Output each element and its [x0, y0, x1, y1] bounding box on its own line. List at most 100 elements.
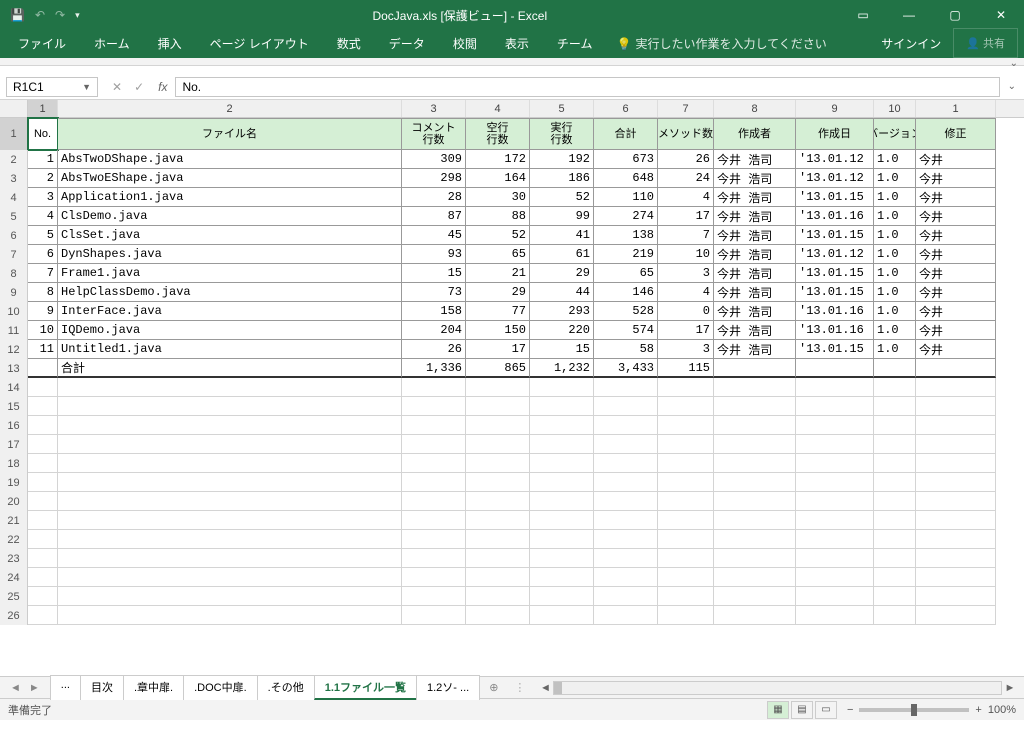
cell[interactable]	[874, 492, 916, 511]
cell[interactable]	[796, 378, 874, 397]
cell[interactable]	[916, 530, 996, 549]
ribbon-options-icon[interactable]: ▭	[840, 0, 886, 30]
cell[interactable]	[58, 568, 402, 587]
cell[interactable]	[796, 473, 874, 492]
cell[interactable]	[530, 454, 594, 473]
cell[interactable]	[874, 397, 916, 416]
cell[interactable]	[796, 511, 874, 530]
cell[interactable]: 26	[402, 340, 466, 359]
cell[interactable]: 192	[530, 150, 594, 169]
row-header[interactable]: 26	[0, 606, 28, 625]
cell[interactable]	[714, 606, 796, 625]
horizontal-scrollbar[interactable]: ◄ ►	[531, 681, 1024, 695]
cell[interactable]: 61	[530, 245, 594, 264]
row-header[interactable]: 14	[0, 378, 28, 397]
cell[interactable]: 1.0	[874, 169, 916, 188]
row-header[interactable]: 11	[0, 321, 28, 340]
cell[interactable]: 今井	[916, 264, 996, 283]
cell[interactable]: 110	[594, 188, 658, 207]
cell[interactable]: 186	[530, 169, 594, 188]
cell[interactable]: 今井	[916, 169, 996, 188]
cell[interactable]	[58, 454, 402, 473]
cell[interactable]: '13.01.15	[796, 283, 874, 302]
cell[interactable]	[594, 416, 658, 435]
cell[interactable]	[874, 473, 916, 492]
cell[interactable]: 65	[594, 264, 658, 283]
row-header[interactable]: 9	[0, 283, 28, 302]
cell[interactable]: 77	[466, 302, 530, 321]
cell-filename[interactable]: AbsTwoDShape.java	[58, 150, 402, 169]
col-header[interactable]: 2	[58, 100, 402, 117]
tab-review[interactable]: 校閲	[439, 29, 491, 58]
column-header-cell[interactable]: ファイル名	[58, 118, 402, 150]
cell[interactable]	[714, 530, 796, 549]
cell[interactable]	[916, 492, 996, 511]
cell[interactable]: 88	[466, 207, 530, 226]
cell[interactable]: 73	[402, 283, 466, 302]
cell[interactable]: 15	[402, 264, 466, 283]
cell[interactable]	[594, 587, 658, 606]
cell[interactable]	[594, 606, 658, 625]
tab-data[interactable]: データ	[375, 29, 439, 58]
cell[interactable]	[58, 549, 402, 568]
cell[interactable]: 574	[594, 321, 658, 340]
cell-filename[interactable]: DynShapes.java	[58, 245, 402, 264]
cell[interactable]	[28, 587, 58, 606]
cell[interactable]	[874, 435, 916, 454]
cell[interactable]: '13.01.15	[796, 340, 874, 359]
cell[interactable]	[58, 416, 402, 435]
pagebreak-view-button[interactable]: ▭	[815, 701, 837, 719]
cell[interactable]: 今井 浩司	[714, 245, 796, 264]
sheet-tab[interactable]: .その他	[257, 675, 315, 700]
cell[interactable]	[874, 454, 916, 473]
undo-icon[interactable]: ↶	[35, 8, 45, 22]
cell[interactable]: 673	[594, 150, 658, 169]
cell[interactable]: '13.01.15	[796, 264, 874, 283]
cell[interactable]: 1.0	[874, 302, 916, 321]
cell[interactable]	[916, 454, 996, 473]
cell[interactable]	[714, 568, 796, 587]
cell[interactable]	[402, 606, 466, 625]
cell[interactable]: 1.0	[874, 188, 916, 207]
add-sheet-button[interactable]: ⊕	[479, 681, 508, 694]
cell[interactable]	[714, 454, 796, 473]
column-header-cell[interactable]: 修正	[916, 118, 996, 150]
cell[interactable]	[594, 568, 658, 587]
cell[interactable]: 274	[594, 207, 658, 226]
row-header[interactable]: 25	[0, 587, 28, 606]
minimize-icon[interactable]: —	[886, 0, 932, 30]
cell[interactable]: 648	[594, 169, 658, 188]
cell[interactable]: 17	[658, 321, 714, 340]
share-button[interactable]: 👤 共有	[953, 28, 1018, 58]
cell[interactable]	[796, 587, 874, 606]
sheet-nav-prev-icon[interactable]: ◄	[10, 682, 21, 694]
cell[interactable]	[658, 587, 714, 606]
cell[interactable]: 1.0	[874, 264, 916, 283]
row-header[interactable]: 24	[0, 568, 28, 587]
cell[interactable]: 528	[594, 302, 658, 321]
cell[interactable]	[714, 378, 796, 397]
column-header-cell[interactable]: バージョン	[874, 118, 916, 150]
cell[interactable]	[874, 359, 916, 378]
cell[interactable]: 24	[658, 169, 714, 188]
namebox-dropdown-icon[interactable]: ▼	[82, 82, 91, 92]
sheet-tab[interactable]: 1.2ソ- ...	[416, 675, 480, 700]
col-header[interactable]: 5	[530, 100, 594, 117]
cell[interactable]: 293	[530, 302, 594, 321]
cell[interactable]: 1,232	[530, 359, 594, 378]
row-header[interactable]: 19	[0, 473, 28, 492]
cell[interactable]	[594, 511, 658, 530]
cell[interactable]	[916, 435, 996, 454]
cell[interactable]	[874, 378, 916, 397]
cell[interactable]	[58, 397, 402, 416]
cell-total-label[interactable]: 合計	[58, 359, 402, 378]
cell-no[interactable]: 10	[28, 321, 58, 340]
cell[interactable]	[466, 454, 530, 473]
row-header[interactable]: 5	[0, 207, 28, 226]
cell[interactable]	[58, 473, 402, 492]
row-header[interactable]: 20	[0, 492, 28, 511]
cell[interactable]	[916, 549, 996, 568]
row-header[interactable]: 21	[0, 511, 28, 530]
qat-dropdown-icon[interactable]: ▾	[75, 10, 80, 21]
column-header-cell[interactable]: 作成者	[714, 118, 796, 150]
